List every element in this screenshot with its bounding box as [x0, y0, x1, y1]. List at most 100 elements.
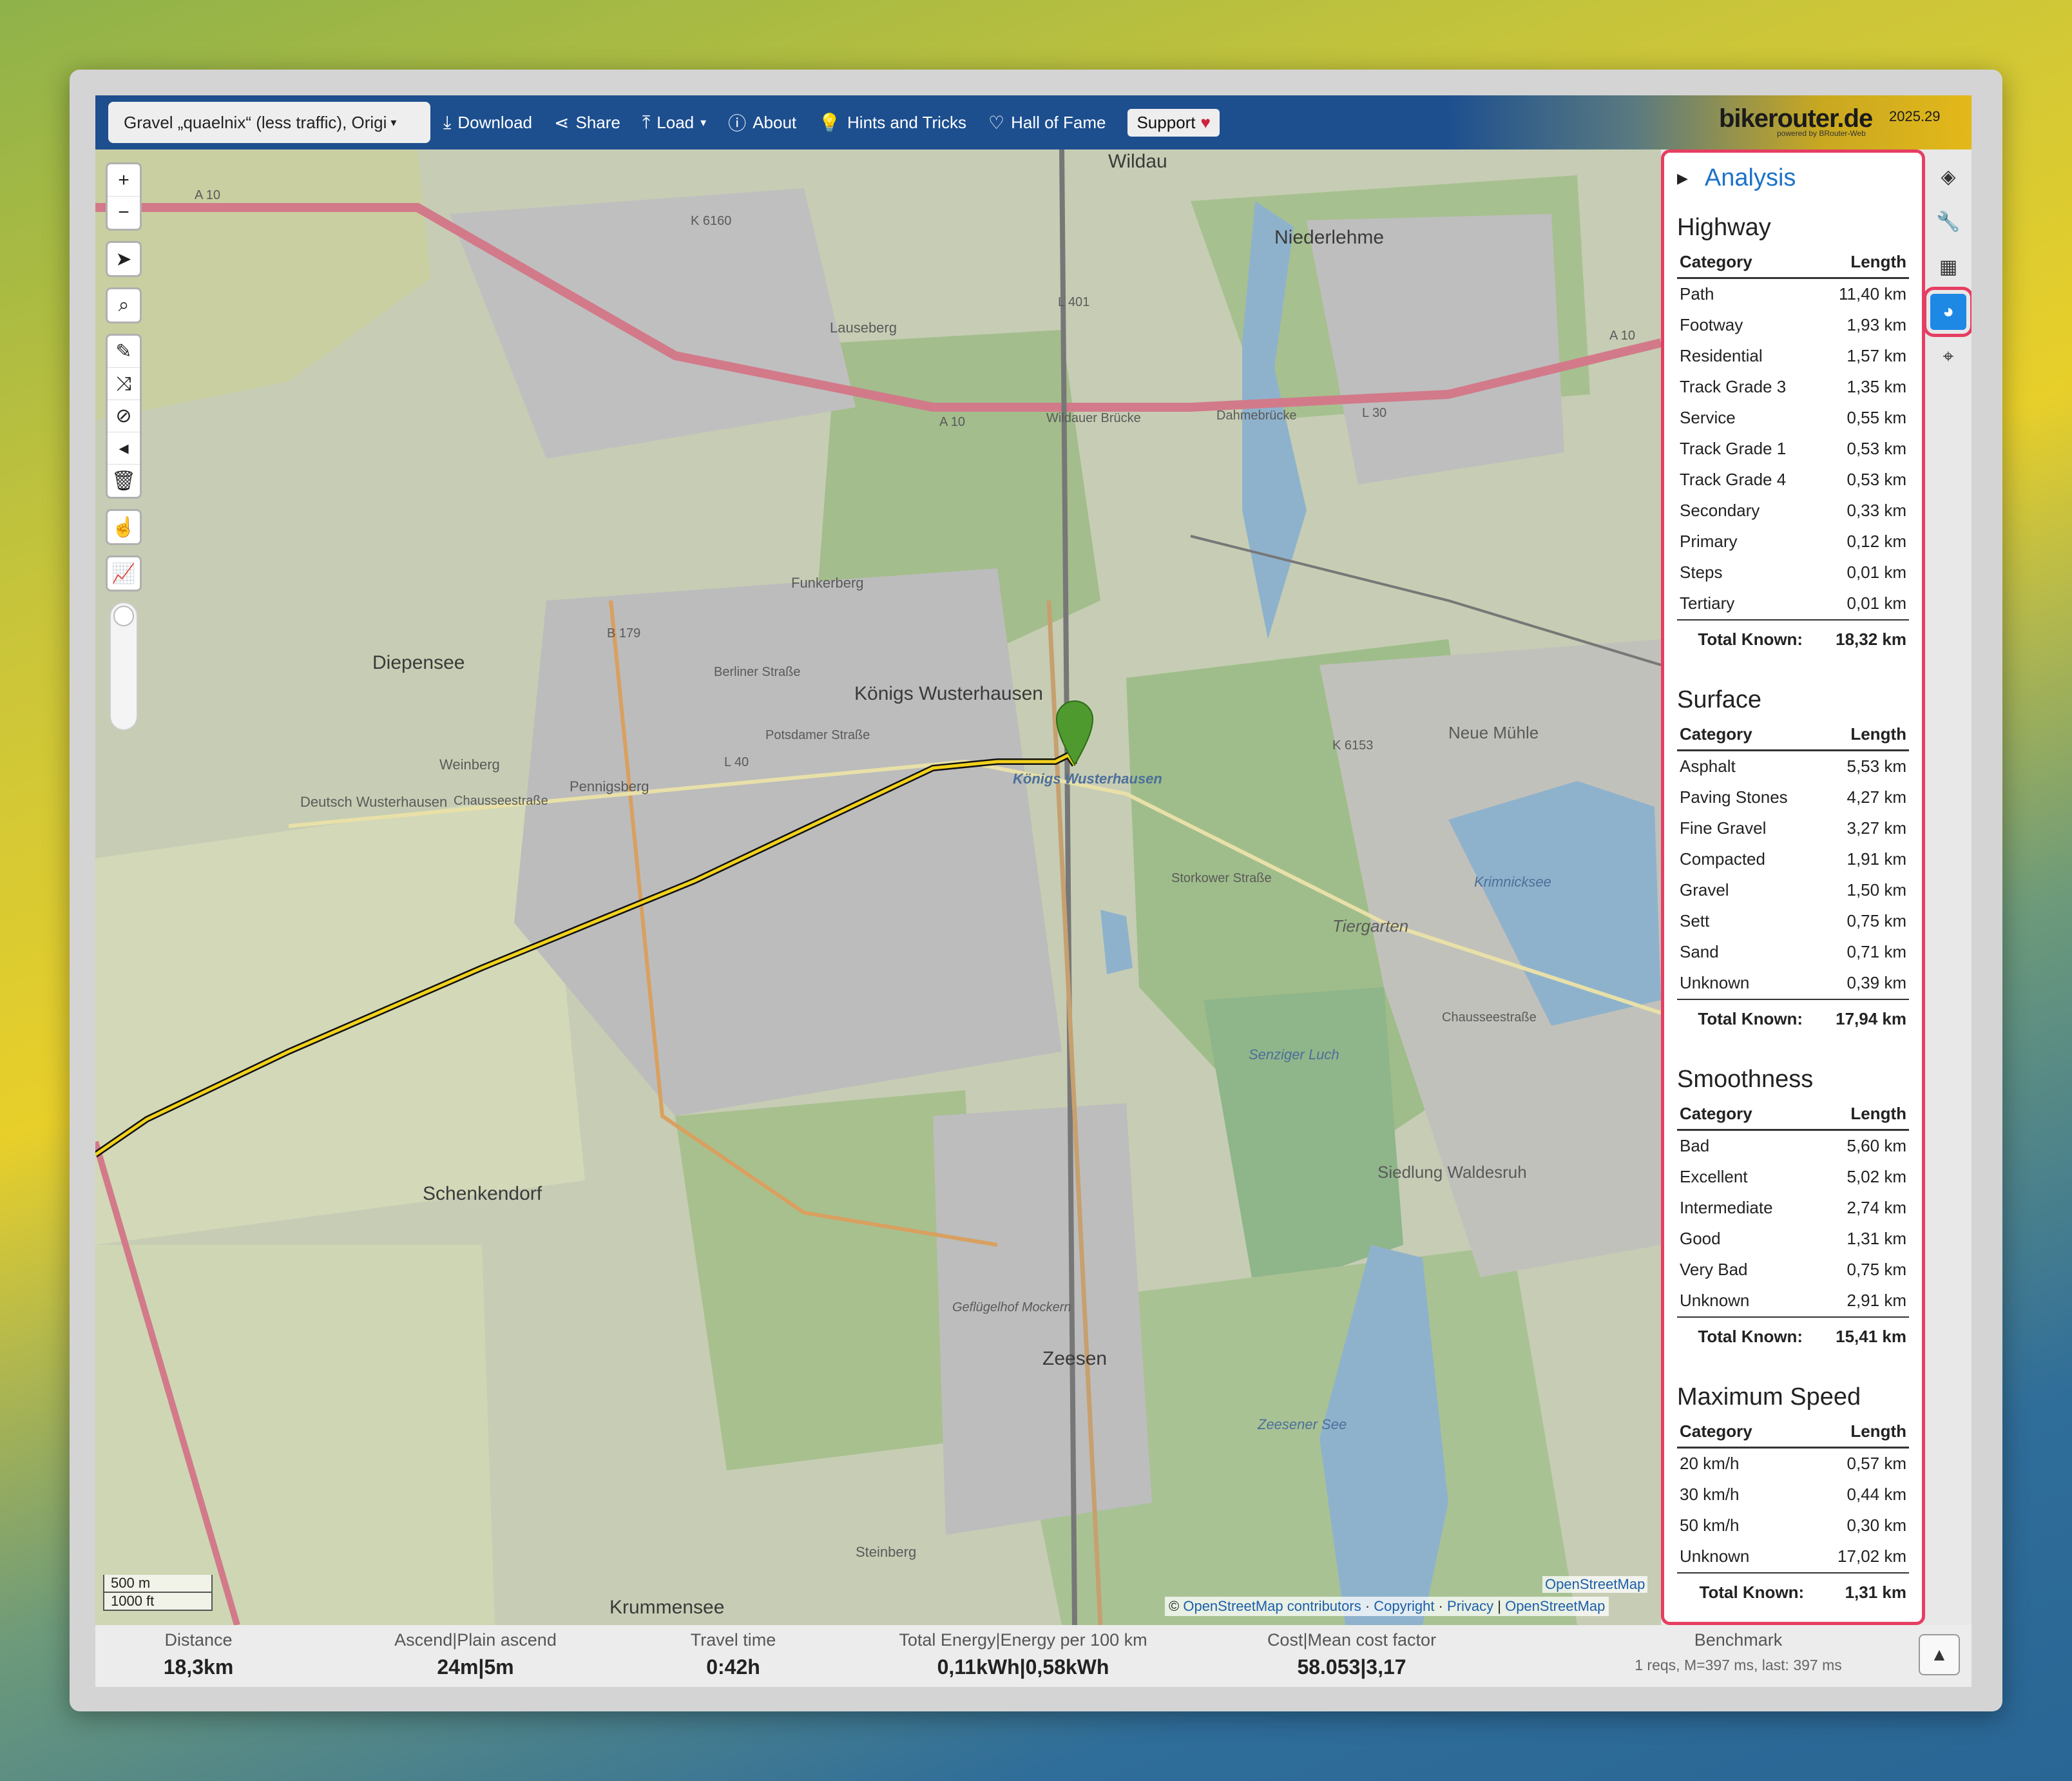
table-row[interactable]: Unknown 2,91 km — [1677, 1285, 1909, 1317]
opacity-slider-knob[interactable] — [113, 606, 134, 626]
layers-icon: ◈ — [1941, 166, 1956, 188]
delete-route-button[interactable]: 🗑 — [108, 465, 140, 497]
no-go-area-button[interactable]: ⊘ — [108, 400, 140, 432]
table-row[interactable]: Compacted 1,91 km — [1677, 844, 1909, 875]
category-cell: Path — [1680, 284, 1714, 303]
load-button[interactable]: ⤒ Load ▾ — [642, 112, 706, 133]
table-row[interactable]: Track Grade 1 0,53 km — [1677, 434, 1909, 465]
locate-button[interactable]: ➤ — [108, 243, 140, 275]
length-cell: 0,55 km — [1847, 408, 1907, 427]
road-label: L 30 — [1362, 406, 1387, 420]
table-row[interactable]: Track Grade 4 0,53 km — [1677, 465, 1909, 496]
poi-button[interactable]: ☝ — [108, 511, 140, 543]
table-row[interactable]: Track Grade 3 1,35 km — [1677, 372, 1909, 403]
privacy-link[interactable]: Privacy — [1447, 1598, 1493, 1614]
length-cell: 1,35 km — [1847, 377, 1907, 396]
table-row[interactable]: Tertiary 0,01 km — [1677, 588, 1909, 620]
category-cell: Unknown — [1680, 1546, 1750, 1566]
table-row[interactable]: 50 km/h 0,30 km — [1677, 1510, 1909, 1541]
table-row[interactable]: Paving Stones 4,27 km — [1677, 782, 1909, 813]
browser-window: Gravel „quaelnix“ (less traffic), Origi … — [70, 70, 2002, 1711]
table-row[interactable]: Very Bad 0,75 km — [1677, 1255, 1909, 1285]
share-button[interactable]: ⋖ Share — [554, 112, 620, 133]
column-header-category[interactable]: Category — [1677, 1419, 1824, 1449]
scale-metric: 500 m — [103, 1575, 213, 1593]
analysis-header[interactable]: ▶ Analysis — [1677, 164, 1909, 192]
zoom-in-button[interactable]: + — [108, 164, 140, 197]
table-icon: ▦ — [1939, 256, 1958, 278]
elevation-toggle-button[interactable]: ▲ — [1919, 1634, 1960, 1675]
map-label: Deutsch Wusterhausen — [300, 794, 448, 810]
info-icon: ⓘ — [728, 113, 747, 133]
table-row[interactable]: 30 km/h 0,44 km — [1677, 1479, 1909, 1510]
category-cell: Unknown — [1680, 1291, 1750, 1310]
total-label: Total Known: — [1677, 1572, 1824, 1608]
table-row[interactable]: Gravel 1,50 km — [1677, 875, 1909, 906]
shuffle-icon: ⤨ — [116, 372, 131, 394]
table-row[interactable]: Excellent 5,02 km — [1677, 1162, 1909, 1193]
draw-route-button[interactable]: ✎ — [108, 336, 140, 368]
road-label: Berliner Straße — [714, 665, 801, 679]
table-row[interactable]: Sand 0,71 km — [1677, 937, 1909, 968]
tab-waypoints[interactable]: ⌖ — [1930, 339, 1966, 375]
profile-select[interactable]: Gravel „quaelnix“ (less traffic), Origi … — [108, 102, 430, 143]
category-cell: Asphalt — [1680, 756, 1736, 776]
category-cell: Footway — [1680, 315, 1743, 334]
hall-of-fame-button[interactable]: ♡ Hall of Fame — [988, 112, 1106, 133]
table-row[interactable]: Good 1,31 km — [1677, 1224, 1909, 1255]
chevron-down-icon: ▾ — [700, 115, 707, 129]
hints-button[interactable]: 💡 Hints and Tricks — [818, 112, 966, 133]
table-row[interactable]: Bad 5,60 km — [1677, 1130, 1909, 1162]
table-row[interactable]: Path 11,40 km — [1677, 278, 1909, 311]
table-row[interactable]: Service 0,55 km — [1677, 403, 1909, 434]
table-row[interactable]: Footway 1,93 km — [1677, 310, 1909, 341]
pencil-icon: ✎ — [115, 341, 132, 362]
column-header-category[interactable]: Category — [1677, 249, 1823, 279]
copyright-link[interactable]: Copyright — [1374, 1598, 1434, 1614]
delete-last-point-button[interactable]: ◂ — [108, 432, 140, 465]
category-cell: Gravel — [1680, 880, 1729, 900]
column-header-category[interactable]: Category — [1677, 722, 1823, 751]
tab-analysis[interactable]: ◕ — [1923, 287, 1971, 337]
support-button[interactable]: Support ♥ — [1127, 108, 1220, 137]
about-button[interactable]: ⓘ About — [728, 110, 796, 135]
osm-contributors-link[interactable]: OpenStreetMap contributors — [1183, 1598, 1361, 1614]
table-row[interactable]: Fine Gravel 3,27 km — [1677, 813, 1909, 844]
table-row[interactable]: Asphalt 5,53 km — [1677, 751, 1909, 783]
reverse-route-button[interactable]: ⤨ — [108, 368, 140, 400]
length-cell: 1,57 km — [1847, 346, 1907, 365]
map-view[interactable]: + − ➤ ⌕ ✎ ⤨ ⊘ ◂ 🗑 ☝ 📈 Wildau Niederlehme… — [95, 149, 1661, 1625]
column-header-category[interactable]: Category — [1677, 1101, 1823, 1131]
table-row[interactable]: Steps 0,01 km — [1677, 557, 1909, 588]
elevation-chart-button[interactable]: 📈 — [108, 557, 140, 590]
table-row[interactable]: Secondary 0,33 km — [1677, 496, 1909, 526]
column-header-length[interactable]: Length — [1823, 1419, 1909, 1449]
column-header-length[interactable]: Length — [1822, 1101, 1909, 1131]
zoom-out-button[interactable]: − — [108, 197, 140, 229]
length-cell: 5,02 km — [1847, 1167, 1907, 1186]
opacity-slider[interactable] — [110, 602, 138, 731]
version-label: 2025.29 — [1889, 108, 1941, 124]
table-row[interactable]: 20 km/h 0,57 km — [1677, 1448, 1909, 1480]
analysis-sections: Highway Category Length Path 11,40 km Footway… — [1677, 214, 1909, 1608]
column-header-length[interactable]: Length — [1822, 722, 1909, 751]
stat-value: 58.053|3,17 — [1297, 1655, 1406, 1679]
table-row[interactable]: Intermediate 2,74 km — [1677, 1193, 1909, 1224]
tab-layers[interactable]: ◈ — [1930, 159, 1966, 195]
tab-data-table[interactable]: ▦ — [1930, 249, 1966, 285]
osm-link[interactable]: OpenStreetMap — [1505, 1598, 1605, 1614]
download-button[interactable]: ⤓ Download — [443, 112, 532, 133]
table-row[interactable]: Unknown 0,39 km — [1677, 968, 1909, 999]
table-row[interactable]: Sett 0,75 km — [1677, 906, 1909, 937]
table-row[interactable]: Residential 1,57 km — [1677, 341, 1909, 372]
table-row[interactable]: Unknown 17,02 km — [1677, 1541, 1909, 1573]
tab-settings[interactable]: 🔧 — [1930, 204, 1966, 240]
route-stats-footer: Distance 18,3km Ascend|Plain ascend 24m|… — [95, 1625, 1971, 1687]
table-row[interactable]: Primary 0,12 km — [1677, 526, 1909, 557]
length-cell: 2,74 km — [1847, 1198, 1907, 1217]
osm-credit-link[interactable]: OpenStreetMap — [1542, 1576, 1648, 1593]
length-cell: 5,53 km — [1847, 756, 1907, 776]
length-cell: 0,39 km — [1847, 973, 1907, 992]
column-header-length[interactable]: Length — [1822, 249, 1909, 279]
search-button[interactable]: ⌕ — [108, 289, 140, 322]
